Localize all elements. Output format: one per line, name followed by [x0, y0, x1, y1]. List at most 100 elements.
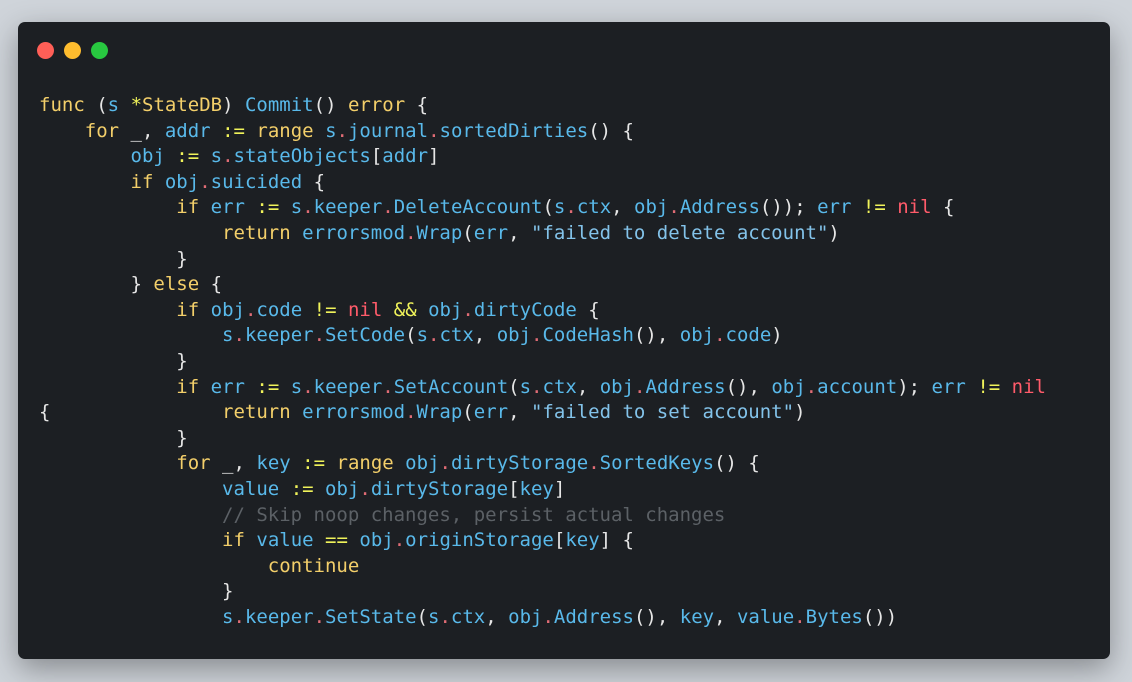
- code-token: error: [347, 94, 406, 116]
- code-token: obj: [359, 529, 394, 552]
- code-token: value: [256, 529, 314, 552]
- code-token: if: [176, 298, 200, 321]
- code-line: if value == obj.originStorage[key] {: [39, 528, 1046, 554]
- code-token: .: [359, 477, 371, 500]
- code-token: (: [542, 196, 554, 219]
- code-window: func (s *StateDB) Commit() error { for _…: [18, 22, 1110, 659]
- code-token: Commit: [244, 94, 314, 116]
- window-controls: [37, 42, 108, 59]
- code-token: ,: [473, 324, 497, 347]
- code-token: }: [39, 247, 188, 270]
- code-token: suicided: [210, 170, 303, 193]
- zoom-button[interactable]: [91, 42, 108, 59]
- code-line: }: [39, 247, 1046, 273]
- code-token: [: [370, 145, 383, 168]
- code-token: s: [290, 375, 303, 398]
- minimize-button[interactable]: [64, 42, 81, 59]
- code-token: .: [439, 605, 451, 628]
- code-token: obj: [428, 298, 463, 321]
- code-token: keeper: [313, 196, 383, 219]
- close-button[interactable]: [37, 42, 54, 59]
- code-token: ,: [485, 605, 509, 628]
- code-token: err: [473, 401, 509, 424]
- code-token: ,: [576, 375, 600, 398]
- code-token: stateObjects: [233, 145, 371, 168]
- code-token: key: [679, 605, 715, 628]
- code-token: .: [222, 145, 234, 168]
- code-token: .: [313, 324, 326, 347]
- code-token: (),: [725, 375, 772, 398]
- code-token: {: [931, 196, 955, 219]
- code-token: s: [325, 119, 337, 142]
- code-token: .: [531, 324, 543, 347]
- code-token: if: [176, 196, 200, 219]
- code-token: (),: [633, 324, 680, 347]
- code-token: dirtyStorage: [450, 452, 589, 475]
- code-token: // Skip noop changes, persist actual cha…: [222, 503, 726, 526]
- code-token: Address: [679, 196, 760, 219]
- code-token: obj: [599, 375, 635, 398]
- code-line: s.keeper.SetState(s.ctx, obj.Address(), …: [39, 605, 1046, 631]
- code-token: dirtyCode: [473, 298, 577, 321]
- code-token: .: [794, 605, 806, 628]
- code-token: s: [222, 605, 234, 628]
- code-token: .: [302, 196, 314, 219]
- code-token: errorsmod: [302, 221, 406, 244]
- code-line: func (s *StateDB) Commit() error {: [39, 93, 1046, 119]
- code-token: .: [405, 401, 417, 424]
- code-token: .: [302, 375, 314, 398]
- code-token: :=: [256, 196, 280, 219]
- code-token: [: [553, 529, 566, 552]
- code-line: return errorsmod.Wrap(err, "failed to de…: [39, 221, 1046, 247]
- code-token: !=: [862, 196, 886, 219]
- code-token: ctx: [450, 605, 486, 628]
- code-token: account: [817, 375, 898, 398]
- code-line: s.keeper.SetCode(s.ctx, obj.CodeHash(), …: [39, 323, 1046, 349]
- code-token: obj: [210, 298, 245, 321]
- code-token: .: [542, 605, 554, 628]
- code-token: }: [39, 580, 234, 603]
- code-token: if: [222, 529, 245, 552]
- code-line: } else {: [39, 272, 1046, 298]
- code-token: :=: [256, 375, 280, 398]
- code-token: .: [199, 170, 211, 193]
- code-token: err: [931, 375, 966, 398]
- code-token: code: [256, 298, 303, 321]
- code-token: SetState: [325, 605, 417, 628]
- code-token: range: [336, 452, 394, 475]
- code-line: }: [39, 579, 1046, 605]
- code-token: (: [84, 94, 108, 116]
- code-token: originStorage: [405, 529, 554, 552]
- code-token: s: [107, 94, 120, 116]
- code-token: obj: [496, 324, 532, 347]
- code-token: ]: [553, 477, 566, 500]
- code-line: if err := s.keeper.SetAccount(s.ctx, obj…: [39, 375, 1046, 401]
- code-token: nil: [347, 298, 383, 321]
- code-token: .: [805, 375, 818, 398]
- code-line: if err := s.keeper.DeleteAccount(s.ctx, …: [39, 195, 1046, 221]
- code-token: Bytes: [805, 605, 863, 628]
- code-line: for _, key := range obj.dirtyStorage.Sor…: [39, 451, 1046, 477]
- code-token: key: [565, 529, 600, 552]
- code-token: ctx: [542, 375, 577, 398]
- code-token: obj: [130, 145, 165, 168]
- code-line: value := obj.dirtyStorage[key]: [39, 477, 1046, 503]
